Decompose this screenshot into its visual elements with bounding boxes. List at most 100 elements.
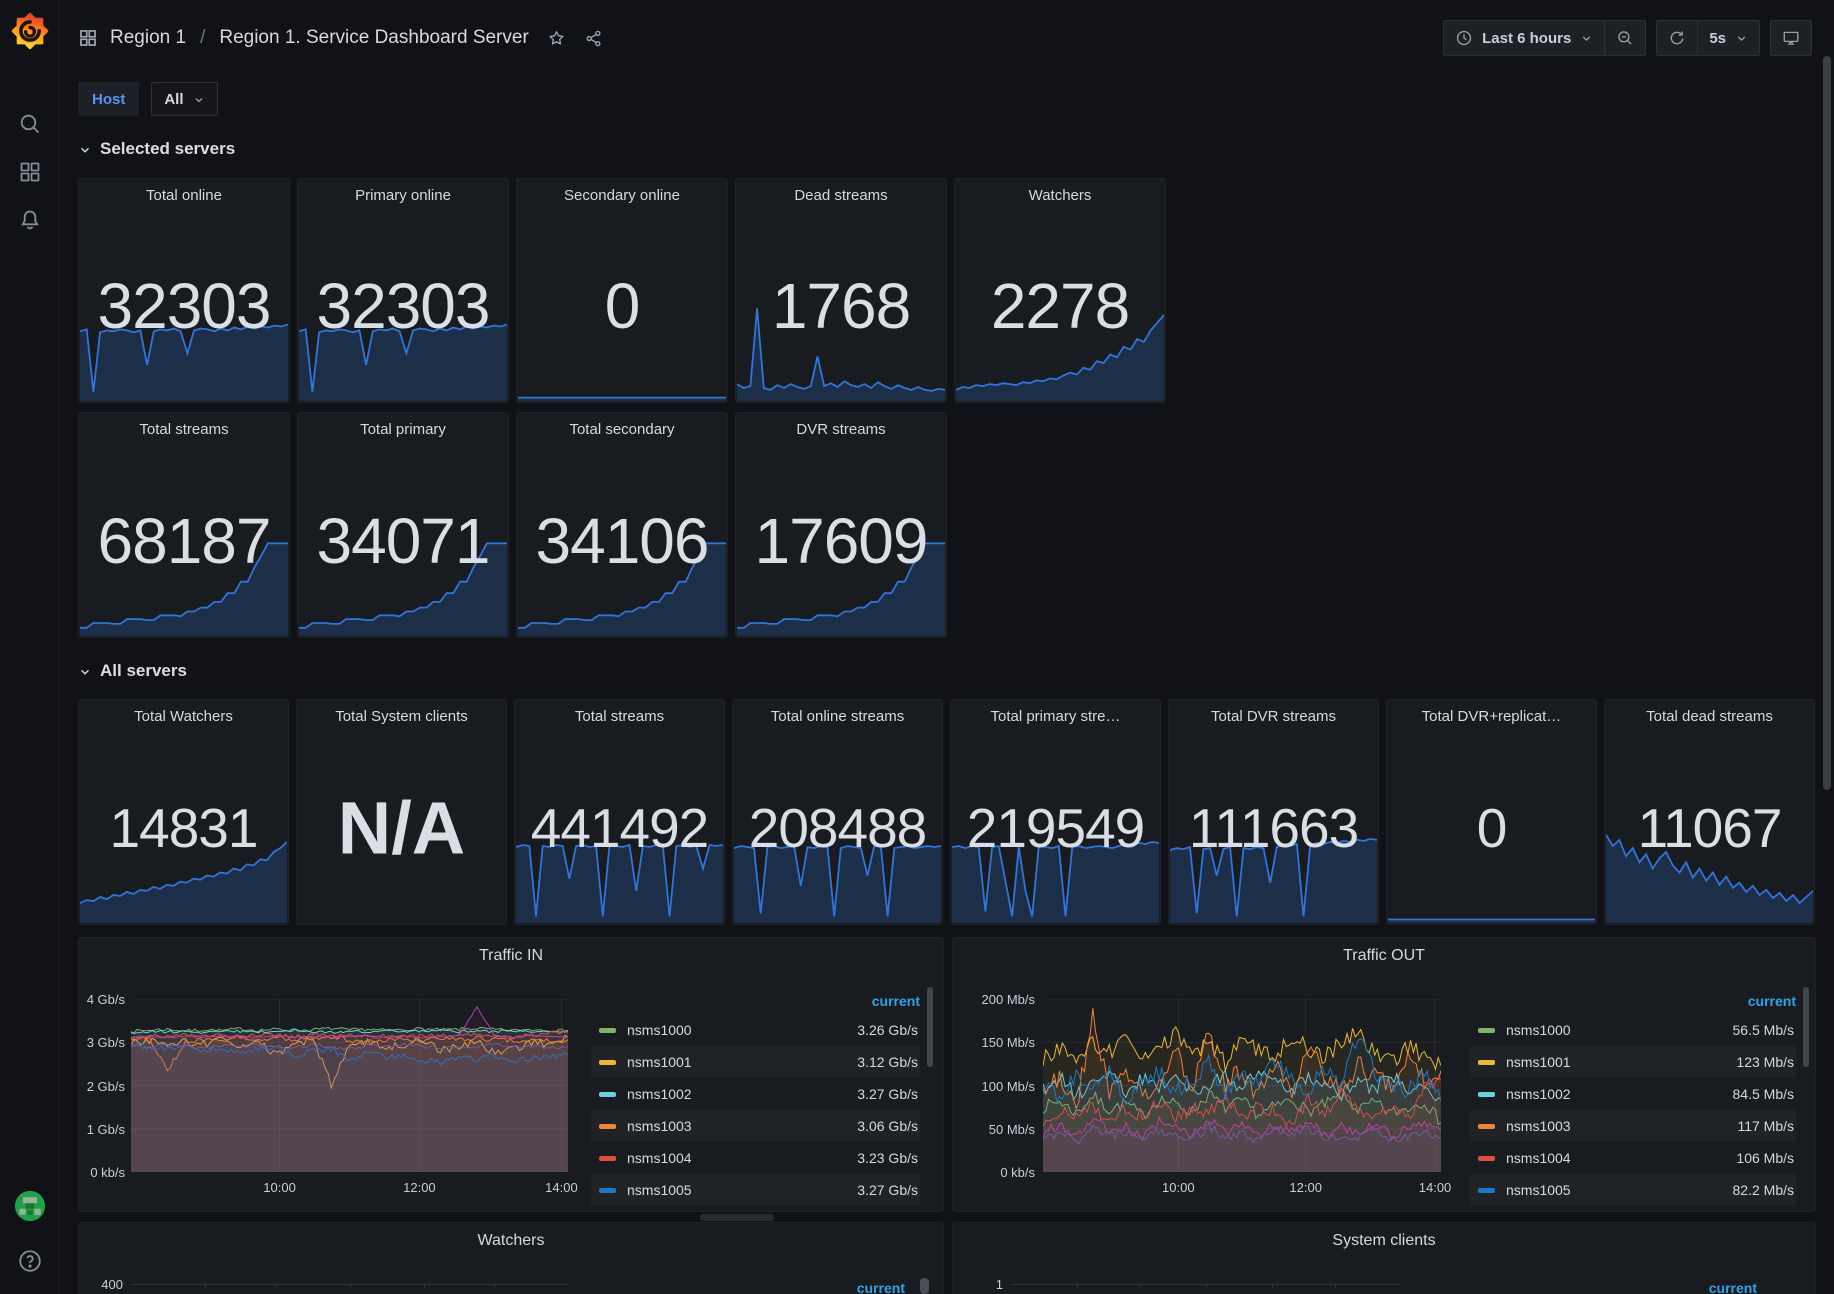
- section-selected-servers[interactable]: Selected servers: [78, 136, 1816, 162]
- section-all-servers[interactable]: All servers: [78, 658, 1816, 684]
- time-range-button[interactable]: Last 6 hours: [1444, 21, 1604, 55]
- kiosk-group: [1770, 20, 1812, 56]
- alerting-bell-icon[interactable]: [18, 208, 42, 232]
- legend: current nsms1000 56.5 Mb/s nsms1001 123 …: [1470, 988, 1796, 1206]
- series-name[interactable]: nsms1004: [1506, 1150, 1736, 1166]
- cycle-view-button[interactable]: [1771, 21, 1811, 55]
- panel-title[interactable]: Traffic OUT: [953, 938, 1815, 965]
- stat-panel-total-online: Total online 32303: [78, 178, 290, 403]
- y-tick-label: 2 Gb/s: [87, 1079, 125, 1094]
- series-name[interactable]: nsms1002: [627, 1086, 857, 1102]
- grafana-logo[interactable]: [11, 12, 49, 50]
- series-name[interactable]: nsms1005: [627, 1182, 857, 1198]
- panel-title[interactable]: Watchers: [79, 1223, 943, 1250]
- series-name[interactable]: nsms1002: [1506, 1086, 1733, 1102]
- help-icon[interactable]: [17, 1248, 43, 1274]
- panel-title[interactable]: Total Watchers: [79, 700, 288, 725]
- panel-title[interactable]: Total secondary: [517, 413, 727, 438]
- zoom-out-icon: [1616, 29, 1634, 47]
- star-icon[interactable]: [547, 29, 566, 48]
- panel-title[interactable]: Total DVR+replicat…: [1387, 700, 1596, 725]
- legend-current-header[interactable]: current: [872, 993, 920, 1009]
- stat-panel-total-dead-streams: Total dead streams 11067: [1604, 699, 1815, 925]
- series-swatch: [599, 1028, 616, 1033]
- panel-title[interactable]: System clients: [953, 1223, 1815, 1250]
- series-name[interactable]: nsms1001: [627, 1054, 857, 1070]
- stat-value: 14831: [79, 796, 288, 860]
- series-name[interactable]: nsms1000: [1506, 1022, 1733, 1038]
- stat-panel-secondary-online: Secondary online 0: [516, 178, 728, 403]
- graph-row: Traffic IN 4 Gb/s 3 Gb/s 2 Gb/s 1 Gb/s 0…: [78, 937, 1816, 1212]
- stat-panel-total-streams: Total streams 68187: [78, 412, 290, 638]
- main-area: Region 1 / Region 1. Service Dashboard S…: [60, 0, 1834, 1294]
- panel-title[interactable]: Total online: [79, 179, 289, 204]
- legend-row: nsms1001 123 Mb/s: [1470, 1046, 1796, 1078]
- stat-value: 1768: [736, 269, 946, 343]
- stat-panel-total-dvr-streams: Total DVR streams 111663: [1168, 699, 1379, 925]
- stat-value: 2278: [955, 269, 1165, 343]
- graph-panel-system-clients-bottom: System clients 1 current: [952, 1222, 1816, 1294]
- breadcrumb-folder[interactable]: Region 1: [110, 27, 186, 49]
- y-tick-label: 3 Gb/s: [87, 1035, 125, 1050]
- chevron-down-icon: [78, 664, 92, 678]
- panel-title[interactable]: Total primary: [298, 413, 508, 438]
- stat-value: 0: [517, 269, 727, 343]
- refresh-button[interactable]: [1657, 21, 1697, 55]
- variable-host-value-dropdown[interactable]: All: [151, 82, 217, 116]
- panel-title[interactable]: DVR streams: [736, 413, 946, 438]
- dashboards-icon[interactable]: [18, 160, 42, 184]
- y-tick-label: 1: [959, 1277, 1003, 1292]
- legend-current-header[interactable]: current: [1709, 1280, 1757, 1294]
- panel-title[interactable]: Total System clients: [297, 700, 506, 725]
- legend-current-header[interactable]: current: [1748, 993, 1796, 1009]
- panel-title[interactable]: Total dead streams: [1605, 700, 1814, 725]
- series-current-value: 3.23 Gb/s: [857, 1150, 918, 1166]
- series-name[interactable]: nsms1003: [627, 1118, 857, 1134]
- share-icon[interactable]: [584, 29, 603, 48]
- stat-panel-total-system-clients: Total System clients N/A: [296, 699, 507, 925]
- stat-row-selected-1: Total online 32303 Primary online 32303 …: [78, 178, 1816, 403]
- legend-current-header[interactable]: current: [857, 1280, 905, 1294]
- panel-title[interactable]: Total online streams: [733, 700, 942, 725]
- section-title: Selected servers: [100, 139, 235, 159]
- legend-scrollbar[interactable]: [920, 1278, 929, 1294]
- panel-title[interactable]: Total streams: [515, 700, 724, 725]
- series-swatch: [599, 1124, 616, 1129]
- panel-title[interactable]: Watchers: [955, 179, 1165, 204]
- series-swatch: [1478, 1188, 1495, 1193]
- series-name[interactable]: nsms1004: [627, 1150, 857, 1166]
- user-avatar[interactable]: [14, 1190, 46, 1222]
- series-current-value: 84.5 Mb/s: [1733, 1086, 1794, 1102]
- panel-title[interactable]: Traffic IN: [79, 938, 943, 965]
- series-name[interactable]: nsms1001: [1506, 1054, 1736, 1070]
- breadcrumb-title[interactable]: Region 1. Service Dashboard Server: [219, 27, 528, 49]
- panel-title[interactable]: Total primary stre…: [951, 700, 1160, 725]
- monitor-icon: [1782, 29, 1800, 47]
- navbar: Region 1 / Region 1. Service Dashboard S…: [60, 0, 1834, 76]
- panel-title[interactable]: Total DVR streams: [1169, 700, 1378, 725]
- panel-title[interactable]: Total streams: [79, 413, 289, 438]
- series-swatch: [599, 1060, 616, 1065]
- chevron-down-icon: [78, 142, 92, 156]
- refresh-interval-button[interactable]: 5s: [1697, 21, 1759, 55]
- series-name[interactable]: nsms1003: [1506, 1118, 1737, 1134]
- dashboard-grid-icon[interactable]: [78, 28, 98, 48]
- legend-scrollbar[interactable]: [1803, 987, 1809, 1067]
- legend-row: nsms1004 3.23 Gb/s: [591, 1142, 920, 1174]
- stat-panel-total-secondary: Total secondary 34106: [516, 412, 728, 638]
- legend-scrollbar[interactable]: [927, 987, 933, 1067]
- series-swatch: [1478, 1060, 1495, 1065]
- horizontal-scrollbar[interactable]: [700, 1214, 774, 1221]
- page-scrollbar[interactable]: [1823, 56, 1831, 790]
- zoom-out-button[interactable]: [1604, 21, 1645, 55]
- series-name[interactable]: nsms1005: [1506, 1182, 1733, 1198]
- series-name[interactable]: nsms1000: [627, 1022, 857, 1038]
- stat-value: 219549: [951, 796, 1160, 860]
- stat-panel-total-primary-streams: Total primary stre… 219549: [950, 699, 1161, 925]
- variable-host-value: All: [164, 91, 183, 108]
- bottom-graph-row: Watchers 400 current System clients 1 cu…: [78, 1222, 1816, 1294]
- panel-title[interactable]: Primary online: [298, 179, 508, 204]
- panel-title[interactable]: Dead streams: [736, 179, 946, 204]
- panel-title[interactable]: Secondary online: [517, 179, 727, 204]
- search-icon[interactable]: [18, 112, 42, 136]
